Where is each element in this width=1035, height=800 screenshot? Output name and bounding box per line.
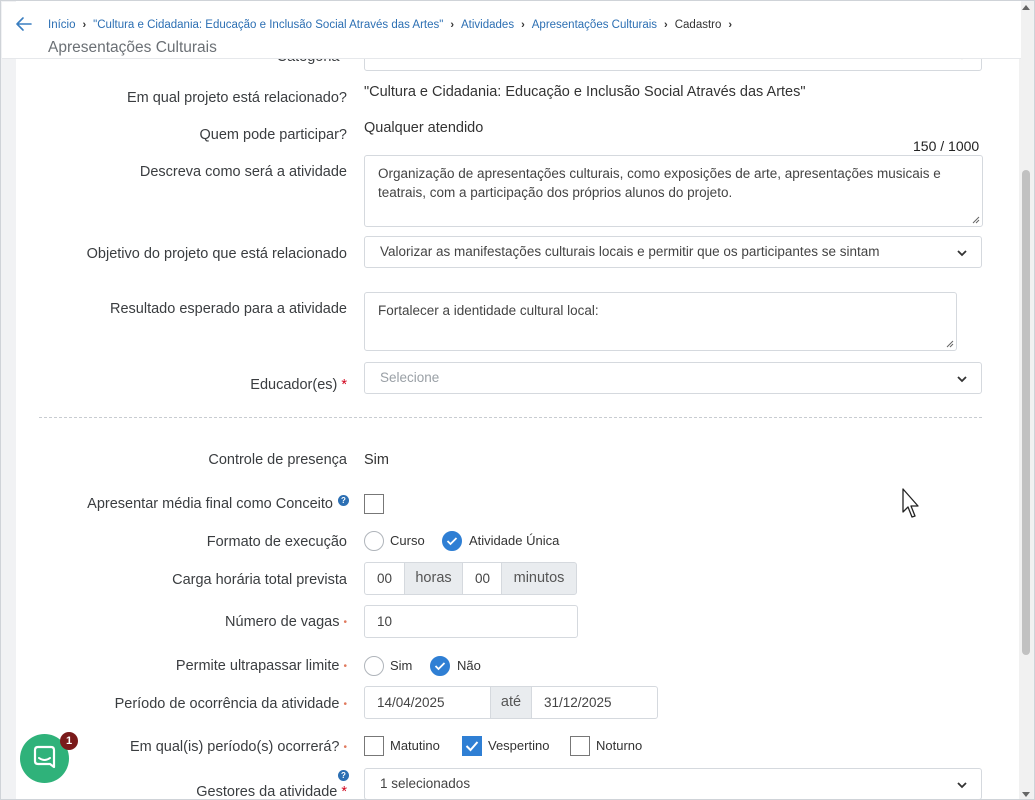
formato-atividade-unica-radio[interactable] <box>442 531 462 551</box>
scroll-up-arrow-icon[interactable] <box>1022 5 1030 10</box>
carga-label: Carga horária total prevista <box>172 572 347 588</box>
turno-vespertino-label: Vespertino <box>488 738 550 753</box>
chevron-down-icon <box>957 376 967 383</box>
turno-matutino-label: Matutino <box>390 738 440 753</box>
gestores-select[interactable]: 1 selecionados <box>364 768 982 799</box>
resultado-label: Resultado esperado para a atividade <box>110 301 347 317</box>
check-icon <box>465 741 479 752</box>
presenca-label: Controle de presença <box>208 452 347 468</box>
scrollbar-thumb[interactable] <box>1022 170 1030 655</box>
chevron-right-icon: › <box>664 19 668 31</box>
formato-atividade-unica-label: Atividade Única <box>469 533 560 548</box>
descricao-text: Organização de apresentações culturais, … <box>378 166 941 200</box>
formato-label: Formato de execução <box>206 534 347 550</box>
notification-badge: 1 <box>60 732 78 750</box>
ultrapassar-sim-label: Sim <box>390 658 413 673</box>
descricao-label: Descreva como será a atividade <box>139 164 347 180</box>
chevron-down-icon <box>957 248 967 258</box>
resize-handle-icon[interactable] <box>946 340 954 348</box>
check-icon <box>446 537 458 546</box>
gestores-label: Gestores da atividade * <box>196 784 347 800</box>
presenca-value: Sim <box>364 452 389 468</box>
chevron-down-icon <box>957 782 967 789</box>
breadcrumb: Início › "Cultura e Cidadania: Educação … <box>48 19 739 31</box>
page-header: Início › "Cultura e Cidadania: Educação … <box>2 2 1021 59</box>
minutos-addon: minutos <box>501 562 577 595</box>
breadcrumb-current: Cadastro <box>674 19 722 31</box>
objetivo-label: Objetivo do projeto que está relacionado <box>86 246 347 262</box>
breadcrumb-inicio[interactable]: Início <box>48 19 76 31</box>
chevron-right-icon: › <box>728 19 733 31</box>
horas-addon: horas <box>404 562 463 595</box>
mouse-cursor-icon <box>902 488 919 518</box>
media-conceito-label: Apresentar média final como Conceito <box>87 496 333 512</box>
formato-curso-label: Curso <box>390 533 425 548</box>
resultado-textarea[interactable]: Fortalecer a identidade cultural local: <box>364 292 957 351</box>
periodo-ate-addon: até <box>490 686 532 719</box>
chevron-right-icon: › <box>82 19 87 31</box>
turno-noturno-checkbox[interactable] <box>570 736 590 756</box>
app-window: Início › "Cultura e Cidadania: Educação … <box>0 0 1035 800</box>
carga-minutos-input[interactable]: 00 <box>462 562 502 595</box>
breadcrumb-atividades[interactable]: Atividades <box>461 19 514 31</box>
chevron-right-icon: › <box>450 19 455 31</box>
periodo-fim-input[interactable]: 31/12/2025 <box>531 686 658 719</box>
resize-handle-icon[interactable] <box>972 216 980 224</box>
turno-noturno-label: Noturno <box>596 738 643 753</box>
participantes-value: Qualquer atendido <box>364 120 484 136</box>
char-counter: 150 / 1000 <box>913 138 980 154</box>
breadcrumb-apresentacoes[interactable]: Apresentações Culturais <box>532 19 657 31</box>
chevron-right-icon: › <box>521 19 525 31</box>
media-conceito-checkbox[interactable] <box>364 494 384 514</box>
breadcrumb-projeto[interactable]: "Cultura e Cidadania: Educação e Inclusã… <box>93 19 443 31</box>
objetivo-select[interactable]: Valorizar as manifestações culturais loc… <box>364 236 982 268</box>
help-icon[interactable]: ? <box>338 770 349 781</box>
projeto-label: Em qual projeto está relacionado? <box>126 90 347 106</box>
educadores-placeholder: Selecione <box>380 370 440 385</box>
vertical-scrollbar[interactable] <box>1019 2 1033 799</box>
turno-vespertino-checkbox[interactable] <box>462 736 482 756</box>
objetivo-value: Valorizar as manifestações culturais loc… <box>380 244 880 259</box>
carga-horas-input[interactable]: 00 <box>364 562 405 595</box>
turnos-label: Em qual(is) período(s) ocorrerá? • <box>129 739 347 755</box>
scroll-down-arrow-icon[interactable] <box>1022 792 1030 797</box>
periodo-label: Período de ocorrência da atividade • <box>114 696 347 712</box>
educadores-select[interactable]: Selecione <box>364 362 982 394</box>
vagas-input[interactable]: 10 <box>364 605 578 638</box>
descricao-textarea[interactable]: Organização de apresentações culturais, … <box>364 155 983 227</box>
ultrapassar-sim-radio[interactable] <box>364 656 384 676</box>
participantes-label: Quem pode participar? <box>199 127 348 143</box>
resultado-text: Fortalecer a identidade cultural local: <box>378 303 599 318</box>
form-panel <box>16 1 1021 799</box>
vagas-label: Número de vagas • <box>225 614 347 630</box>
ultrapassar-nao-label: Não <box>457 658 481 673</box>
educadores-label: Educador(es) * <box>250 377 347 393</box>
section-divider <box>39 417 982 418</box>
page-title: Apresentações Culturais <box>48 39 217 56</box>
ultrapassar-label: Permite ultrapassar limite • <box>175 658 347 674</box>
check-icon <box>434 662 446 671</box>
ultrapassar-nao-radio[interactable] <box>430 656 450 676</box>
periodo-inicio-input[interactable]: 14/04/2025 <box>364 686 491 719</box>
back-arrow-icon[interactable] <box>14 14 34 34</box>
gestores-value: 1 selecionados <box>380 776 471 791</box>
projeto-value: "Cultura e Cidadania: Educação e Inclusã… <box>364 84 806 100</box>
turno-matutino-checkbox[interactable] <box>364 736 384 756</box>
formato-curso-radio[interactable] <box>364 531 384 551</box>
help-icon[interactable]: ? <box>338 495 349 506</box>
